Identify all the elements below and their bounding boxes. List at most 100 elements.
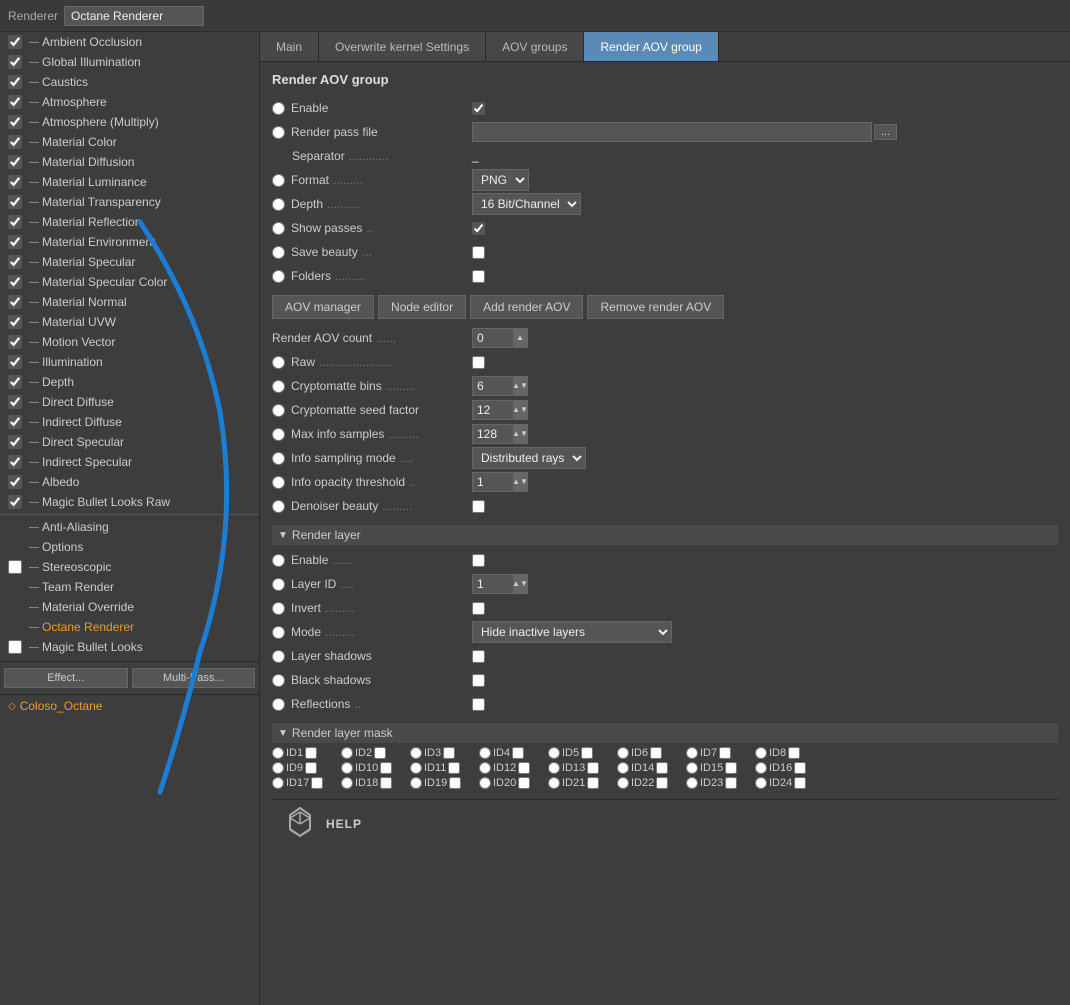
render-aov-count-spinner[interactable]: ▲ (472, 328, 528, 348)
tab-overwrite[interactable]: Overwrite kernel Settings (319, 32, 486, 61)
sidebar-item-team-render[interactable]: —Team Render (0, 577, 259, 597)
sidebar-item-atmosphere[interactable]: —Atmosphere (0, 92, 259, 112)
denoiser-beauty-checkbox[interactable] (472, 500, 485, 513)
sidebar-item-illumination[interactable]: —Illumination (0, 352, 259, 372)
cryptomatte-seed-input[interactable] (473, 402, 513, 418)
rl-reflections-checkbox[interactable] (472, 698, 485, 711)
sidebar-item-magic-bullet-looks[interactable]: —Magic Bullet Looks (0, 637, 259, 657)
show-passes-radio[interactable] (272, 222, 285, 235)
enable-checkbox[interactable] (472, 102, 485, 115)
rl-layer-shadows-radio[interactable] (272, 650, 285, 663)
enable-radio[interactable] (272, 102, 285, 115)
spinner-up[interactable]: ▲ (513, 328, 527, 348)
rl-black-shadows-checkbox[interactable] (472, 674, 485, 687)
info-sampling-mode-select[interactable]: Distributed rays (472, 447, 586, 469)
tab-render-aov-group[interactable]: Render AOV group (584, 32, 718, 61)
sidebar-item-direct-specular[interactable]: —Direct Specular (0, 432, 259, 452)
save-beauty-checkbox[interactable] (472, 246, 485, 259)
sidebar-item-anti-aliasing[interactable]: —Anti-Aliasing (0, 517, 259, 537)
rl-invert-checkbox[interactable] (472, 602, 485, 615)
sidebar-item-material-reflection[interactable]: —Material Reflection (0, 212, 259, 232)
save-beauty-radio[interactable] (272, 246, 285, 259)
info-opacity-threshold-radio[interactable] (272, 476, 285, 489)
sidebar-item-albedo[interactable]: —Albedo (0, 472, 259, 492)
cryptomatte-seed-radio[interactable] (272, 404, 285, 417)
info-opacity-threshold-input[interactable] (473, 474, 513, 490)
sidebar-item-magic-bullet-looks-raw[interactable]: —Magic Bullet Looks Raw (0, 492, 259, 512)
sidebar-item-material-override[interactable]: —Material Override (0, 597, 259, 617)
max-info-samples-spinner[interactable]: ▲▼ (472, 424, 528, 444)
render-layer-mask-section-header[interactable]: ▼ Render layer mask (272, 723, 1058, 743)
cryptomatte-bins-spinner[interactable]: ▲▼ (472, 376, 528, 396)
folders-radio[interactable] (272, 270, 285, 283)
sidebar-item-direct-diffuse[interactable]: —Direct Diffuse (0, 392, 259, 412)
rl-mode-select[interactable]: Hide inactive layers (472, 621, 672, 643)
sidebar-item-material-environment[interactable]: —Material Environment (0, 232, 259, 252)
rl-layer-id-radio[interactable] (272, 578, 285, 591)
render-pass-file-browse[interactable]: ... (874, 124, 897, 140)
depth-select[interactable]: 16 Bit/Channel 8 Bit/Channel 32 Bit/Chan… (472, 193, 581, 215)
rl-black-shadows-radio[interactable] (272, 674, 285, 687)
render-layer-section-header[interactable]: ▼ Render layer (272, 525, 1058, 545)
info-opacity-threshold-spinner[interactable]: ▲▼ (472, 472, 528, 492)
max-info-samples-arrows[interactable]: ▲▼ (513, 424, 527, 444)
tab-main[interactable]: Main (260, 32, 319, 61)
format-select[interactable]: PNG EXR TIFF (472, 169, 529, 191)
rl-mode-radio[interactable] (272, 626, 285, 639)
sidebar-item-global-illumination[interactable]: —Global Illumination (0, 52, 259, 72)
depth-radio[interactable] (272, 198, 285, 211)
sidebar-item-motion-vector[interactable]: —Motion Vector (0, 332, 259, 352)
cryptomatte-bins-input[interactable] (473, 378, 513, 394)
rl-enable-radio[interactable] (272, 554, 285, 567)
rl-invert-radio[interactable] (272, 602, 285, 615)
max-info-samples-input[interactable] (473, 426, 513, 442)
denoiser-beauty-radio[interactable] (272, 500, 285, 513)
raw-checkbox[interactable] (472, 356, 485, 369)
multi-pass-button[interactable]: Multi-Pass... (132, 668, 256, 688)
show-passes-checkbox[interactable] (472, 222, 485, 235)
raw-radio[interactable] (272, 356, 285, 369)
sidebar-item-indirect-specular[interactable]: —Indirect Specular (0, 452, 259, 472)
add-render-aov-button[interactable]: Add render AOV (470, 295, 583, 319)
remove-render-aov-button[interactable]: Remove render AOV (587, 295, 724, 319)
sidebar-item-material-specular-color[interactable]: —Material Specular Color (0, 272, 259, 292)
sidebar-item-material-specular[interactable]: —Material Specular (0, 252, 259, 272)
sidebar-item-atmosphere-multiply[interactable]: —Atmosphere (Multiply) (0, 112, 259, 132)
render-pass-file-radio[interactable] (272, 126, 285, 139)
sidebar-item-depth[interactable]: —Depth (0, 372, 259, 392)
sidebar-item-options[interactable]: —Options (0, 537, 259, 557)
renderer-select[interactable]: Octane Renderer (64, 6, 204, 26)
aov-manager-button[interactable]: AOV manager (272, 295, 374, 319)
rl-layer-shadows-checkbox[interactable] (472, 650, 485, 663)
info-sampling-mode-radio[interactable] (272, 452, 285, 465)
info-opacity-threshold-arrows[interactable]: ▲▼ (513, 472, 527, 492)
cryptomatte-seed-arrows[interactable]: ▲▼ (513, 400, 527, 420)
sidebar-item-material-transparency[interactable]: —Material Transparency (0, 192, 259, 212)
tab-aov-groups[interactable]: AOV groups (486, 32, 584, 61)
node-editor-button[interactable]: Node editor (378, 295, 466, 319)
sidebar-item-material-diffusion[interactable]: —Material Diffusion (0, 152, 259, 172)
sidebar-item-material-normal[interactable]: —Material Normal (0, 292, 259, 312)
sidebar-item-material-color[interactable]: —Material Color (0, 132, 259, 152)
max-info-samples-radio[interactable] (272, 428, 285, 441)
rl-layer-id-input[interactable] (473, 576, 513, 592)
sidebar-item-material-uvw[interactable]: —Material UVW (0, 312, 259, 332)
sidebar-item-stereoscopic[interactable]: —Stereoscopic (0, 557, 259, 577)
sidebar-item-octane-renderer[interactable]: —Octane Renderer (0, 617, 259, 637)
sidebar-item-caustics[interactable]: —Caustics (0, 72, 259, 92)
sidebar-item-material-luminance[interactable]: —Material Luminance (0, 172, 259, 192)
effect-button[interactable]: Effect... (4, 668, 128, 688)
sidebar-item-indirect-diffuse[interactable]: —Indirect Diffuse (0, 412, 259, 432)
cryptomatte-bins-arrows[interactable]: ▲▼ (513, 376, 527, 396)
rl-layer-id-arrows[interactable]: ▲▼ (513, 574, 527, 594)
render-aov-count-input[interactable] (473, 330, 513, 346)
cryptomatte-bins-radio[interactable] (272, 380, 285, 393)
render-pass-file-input[interactable]: ./REN/$prj/$prj (472, 122, 872, 142)
cryptomatte-seed-spinner[interactable]: ▲▼ (472, 400, 528, 420)
format-radio[interactable] (272, 174, 285, 187)
rl-reflections-radio[interactable] (272, 698, 285, 711)
folders-checkbox[interactable] (472, 270, 485, 283)
rl-enable-checkbox[interactable] (472, 554, 485, 567)
rl-layer-id-spinner[interactable]: ▲▼ (472, 574, 528, 594)
sidebar-item-ambient-occlusion[interactable]: —Ambient Occlusion (0, 32, 259, 52)
